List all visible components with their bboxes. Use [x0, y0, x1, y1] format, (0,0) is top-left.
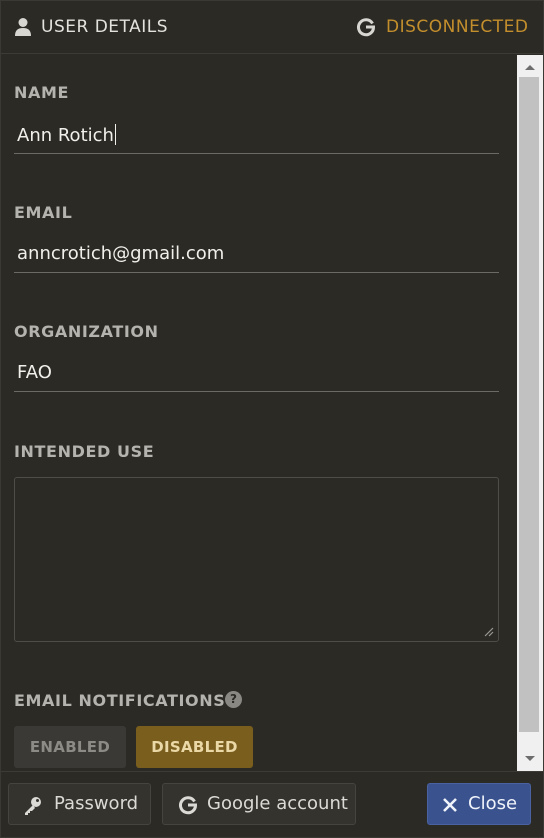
panel-title: USER DETAILS [41, 17, 168, 37]
password-button-label: Password [54, 793, 139, 814]
notifications-enabled-button[interactable]: ENABLED [14, 726, 126, 768]
form-content: NAME Ann Rotich EMAIL anncrotich@gmail.c… [1, 55, 517, 771]
name-label: NAME [14, 83, 70, 102]
email-label: EMAIL [14, 203, 73, 222]
user-icon [15, 18, 31, 36]
user-details-panel: USER DETAILS DISCONNECTED NAME Ann Rotic… [0, 0, 544, 838]
name-field[interactable]: Ann Rotich [14, 118, 499, 154]
email-notifications-label: EMAIL NOTIFICATIONS [14, 691, 226, 710]
close-button[interactable]: Close [427, 783, 531, 825]
scroll-up-arrow-icon[interactable] [525, 65, 535, 70]
google-icon [179, 796, 198, 815]
email-field[interactable]: anncrotich@gmail.com [14, 237, 499, 273]
intended-use-label: INTENDED USE [14, 442, 155, 461]
connection-status: DISCONNECTED [386, 17, 529, 37]
text-cursor [114, 124, 116, 145]
close-button-label: Close [468, 793, 518, 814]
name-value: Ann Rotich [17, 125, 114, 146]
google-account-button-label: Google account [207, 793, 348, 814]
google-icon [357, 18, 376, 37]
organization-value: FAO [17, 362, 52, 383]
email-value: anncrotich@gmail.com [17, 243, 225, 264]
panel-header: USER DETAILS DISCONNECTED [1, 1, 543, 54]
organization-label: ORGANIZATION [14, 322, 159, 341]
organization-field[interactable]: FAO [14, 356, 499, 392]
key-icon [25, 797, 41, 815]
vertical-scrollbar[interactable] [517, 55, 543, 771]
password-button[interactable]: Password [8, 783, 151, 825]
notifications-disabled-button[interactable]: DISABLED [136, 726, 253, 768]
intended-use-textarea[interactable] [14, 477, 499, 642]
panel-footer: Password Google account Close [1, 771, 543, 837]
scroll-down-arrow-icon[interactable] [525, 756, 535, 761]
resize-grip-icon[interactable] [484, 627, 494, 637]
google-account-button[interactable]: Google account [162, 783, 356, 825]
help-icon[interactable]: ? [225, 691, 242, 708]
close-icon [443, 798, 457, 812]
scrollbar-thumb[interactable] [519, 77, 539, 732]
